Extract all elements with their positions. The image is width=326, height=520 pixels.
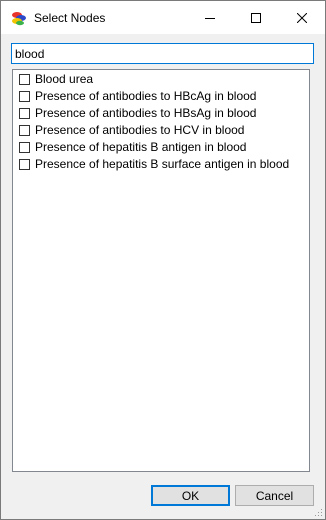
list-item-label: Presence of hepatitis B surface antigen … bbox=[35, 157, 290, 171]
list-item-label: Blood urea bbox=[35, 72, 94, 86]
maximize-button[interactable] bbox=[233, 1, 279, 34]
close-icon bbox=[297, 12, 307, 23]
list-item[interactable]: Blood urea bbox=[13, 71, 309, 88]
list-item[interactable]: Presence of antibodies to HBsAg in blood bbox=[13, 105, 309, 122]
checkbox[interactable] bbox=[19, 91, 30, 102]
list-item[interactable]: Presence of antibodies to HBcAg in blood bbox=[13, 88, 309, 105]
close-button[interactable] bbox=[279, 1, 325, 34]
title-bar[interactable]: Select Nodes bbox=[1, 1, 325, 34]
checkbox[interactable] bbox=[19, 125, 30, 136]
list-item-label: Presence of hepatitis B antigen in blood bbox=[35, 140, 247, 154]
list-item-label: Presence of antibodies to HBsAg in blood bbox=[35, 106, 257, 120]
checkbox[interactable] bbox=[19, 74, 30, 85]
resize-grip-icon[interactable] bbox=[313, 507, 323, 517]
cancel-button[interactable]: Cancel bbox=[235, 485, 314, 506]
minimize-button[interactable] bbox=[187, 1, 233, 34]
checkbox[interactable] bbox=[19, 159, 30, 170]
node-checklist[interactable]: Blood urea Presence of antibodies to HBcA… bbox=[12, 69, 310, 472]
checkbox[interactable] bbox=[19, 108, 30, 119]
minimize-icon bbox=[205, 17, 215, 19]
select-nodes-dialog: Select Nodes Blood urea Presence of antib… bbox=[0, 0, 326, 520]
maximize-icon bbox=[251, 12, 261, 23]
list-item-label: Presence of antibodies to HCV in blood bbox=[35, 123, 245, 137]
list-item[interactable]: Presence of antibodies to HCV in blood bbox=[13, 122, 309, 139]
list-item[interactable]: Presence of hepatitis B antigen in blood bbox=[13, 139, 309, 156]
window-title: Select Nodes bbox=[34, 11, 106, 25]
list-item[interactable]: Presence of hepatitis B surface antigen … bbox=[13, 156, 309, 173]
list-item-label: Presence of antibodies to HBcAg in blood bbox=[35, 89, 257, 103]
search-input[interactable] bbox=[11, 43, 314, 64]
app-icon bbox=[11, 10, 27, 26]
ok-button[interactable]: OK bbox=[151, 485, 230, 506]
checkbox[interactable] bbox=[19, 142, 30, 153]
